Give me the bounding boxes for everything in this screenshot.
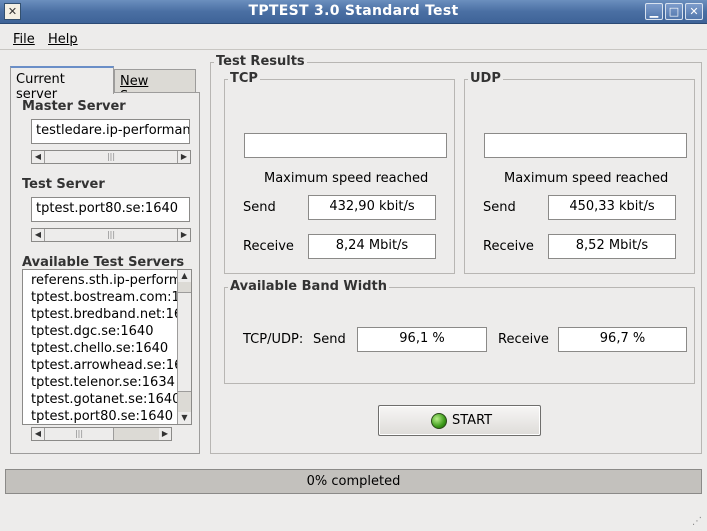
- start-button-label: START: [452, 413, 493, 428]
- scroll-right-icon[interactable]: ▶: [159, 428, 171, 440]
- bandwidth-receive-label: Receive: [498, 332, 549, 347]
- scroll-thumb[interactable]: |||: [44, 151, 178, 163]
- list-item[interactable]: tptest.dgc.se:1640: [23, 324, 177, 341]
- available-servers-list[interactable]: referens.sth.ip-performance.se tptest.bo…: [22, 269, 192, 425]
- test-server-scrollbar[interactable]: ◀ ||| ▶: [31, 228, 191, 242]
- list-item[interactable]: tptest.chello.se:1640: [23, 341, 177, 358]
- title-bar[interactable]: ✕ TPTEST 3.0 Standard Test ▁ □ ✕: [0, 0, 707, 24]
- tcp-max-speed-label: Maximum speed reached: [264, 171, 429, 186]
- tcp-send-value: 432,90 kbit/s: [308, 195, 436, 220]
- list-item[interactable]: tptest.gotanet.se:1640: [23, 392, 177, 409]
- bandwidth-receive-value: 96,7 %: [558, 327, 687, 352]
- scroll-left-icon[interactable]: ◀: [32, 229, 44, 241]
- tab-new-server[interactable]: New Server: [114, 69, 196, 104]
- tcp-title: TCP: [228, 71, 260, 86]
- progress-text: 0% completed: [306, 474, 401, 489]
- udp-send-value: 450,33 kbit/s: [548, 195, 676, 220]
- scroll-right-icon[interactable]: ▶: [178, 151, 190, 163]
- servers-horizontal-scrollbar[interactable]: ◀ ||| ▶: [31, 427, 172, 441]
- test-results-title: Test Results: [214, 54, 307, 69]
- test-server-field[interactable]: tptest.port80.se:1640: [31, 197, 190, 222]
- udp-max-speed-label: Maximum speed reached: [504, 171, 669, 186]
- tcp-status-field: [244, 133, 447, 158]
- scroll-right-icon[interactable]: ▶: [178, 229, 190, 241]
- udp-status-field: [484, 133, 687, 158]
- tcp-receive-value: 8,24 Mbit/s: [308, 234, 436, 259]
- close-button[interactable]: ✕: [685, 3, 703, 20]
- list-item[interactable]: tptest.bredband.net:1640: [23, 307, 177, 324]
- scroll-thumb[interactable]: |||: [44, 428, 114, 440]
- udp-title: UDP: [468, 71, 503, 86]
- bandwidth-title: Available Band Width: [228, 279, 389, 294]
- list-item[interactable]: referens.sth.ip-performance.se: [23, 273, 177, 290]
- scroll-down-icon[interactable]: ▼: [178, 412, 191, 424]
- list-item[interactable]: tptest.telenor.se:1634: [23, 375, 177, 392]
- master-server-field[interactable]: testledare.ip-performance.se: [31, 119, 190, 144]
- menu-separator: [0, 49, 707, 50]
- bandwidth-row-label: TCP/UDP:: [243, 332, 304, 347]
- scroll-thumb[interactable]: |||: [44, 229, 178, 241]
- available-servers-label: Available Test Servers: [22, 255, 185, 270]
- scroll-thumb[interactable]: [178, 292, 191, 392]
- servers-vertical-scrollbar[interactable]: ▲ ▼: [177, 270, 191, 424]
- menu-help-label: Help: [48, 32, 78, 47]
- tcp-receive-label: Receive: [243, 239, 294, 254]
- window-title: TPTEST 3.0 Standard Test: [248, 3, 459, 19]
- test-server-label: Test Server: [22, 177, 105, 192]
- list-item[interactable]: tptest.bostream.com:1640: [23, 290, 177, 307]
- scroll-left-icon[interactable]: ◀: [32, 151, 44, 163]
- maximize-button[interactable]: □: [665, 3, 683, 20]
- bandwidth-send-value: 96,1 %: [357, 327, 487, 352]
- tcp-send-label: Send: [243, 200, 276, 215]
- scroll-left-icon[interactable]: ◀: [32, 428, 44, 440]
- menu-file-label: File: [13, 32, 35, 47]
- minimize-button[interactable]: ▁: [645, 3, 663, 20]
- start-button[interactable]: START: [378, 405, 541, 436]
- udp-receive-label: Receive: [483, 239, 534, 254]
- tab-current-server[interactable]: Current server: [10, 66, 114, 102]
- udp-receive-value: 8,52 Mbit/s: [548, 234, 676, 259]
- start-led-icon: [431, 413, 447, 429]
- resize-grip-icon[interactable]: ⋰: [692, 516, 704, 528]
- master-server-scrollbar[interactable]: ◀ ||| ▶: [31, 150, 191, 164]
- progress-bar: 0% completed: [5, 469, 702, 494]
- scroll-up-icon[interactable]: ▲: [178, 270, 191, 282]
- list-item[interactable]: tptest.arrowhead.se:1640: [23, 358, 177, 375]
- udp-send-label: Send: [483, 200, 516, 215]
- menu-bar: File Help: [0, 24, 707, 48]
- bandwidth-send-label: Send: [313, 332, 346, 347]
- list-item[interactable]: tptest.port80.se:1640: [23, 409, 177, 424]
